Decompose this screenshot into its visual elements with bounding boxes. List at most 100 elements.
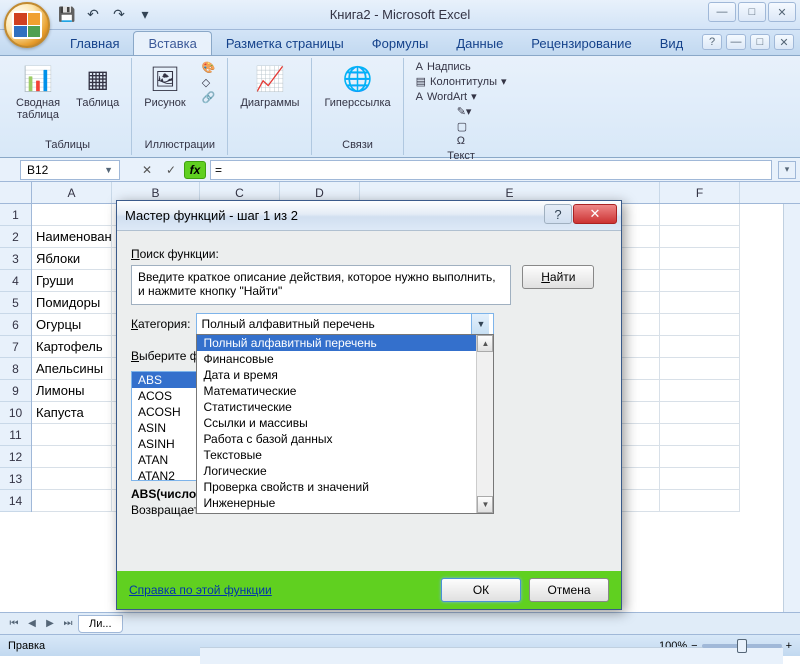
cell-A14[interactable] [32, 490, 112, 512]
row-header-3[interactable]: 3 [0, 248, 31, 270]
row-header-1[interactable]: 1 [0, 204, 31, 226]
cancel-button[interactable]: Отмена [529, 578, 609, 602]
clipart-button[interactable]: 🎨 [196, 60, 222, 75]
cell-A9[interactable]: Лимоны [32, 380, 112, 402]
smartart-button[interactable]: 🔗 [196, 90, 222, 105]
zoom-slider[interactable] [702, 644, 782, 648]
row-header-10[interactable]: 10 [0, 402, 31, 424]
cell-A13[interactable] [32, 468, 112, 490]
formula-cancel-button[interactable]: ✕ [136, 161, 158, 179]
cell-A8[interactable]: Апельсины [32, 358, 112, 380]
cell-F4[interactable] [660, 270, 740, 292]
cell-F14[interactable] [660, 490, 740, 512]
cell-F9[interactable] [660, 380, 740, 402]
workbook-close-button[interactable]: ✕ [774, 34, 794, 50]
category-option[interactable]: Дата и время [197, 367, 493, 383]
function-help-link[interactable]: Справка по этой функции [129, 583, 272, 597]
workbook-minimize-button[interactable]: — [726, 34, 746, 50]
cell-A7[interactable]: Картофель [32, 336, 112, 358]
select-all-corner[interactable] [0, 182, 32, 204]
category-option[interactable]: Ссылки и массивы [197, 415, 493, 431]
column-header-A[interactable]: A [32, 182, 112, 203]
vertical-scrollbar[interactable] [783, 204, 800, 612]
category-option[interactable]: Работа с базой данных [197, 431, 493, 447]
category-option[interactable]: Аналитические [197, 511, 493, 514]
tab-data[interactable]: Данные [442, 32, 517, 55]
symbol-button[interactable]: Ω [451, 134, 471, 148]
row-header-7[interactable]: 7 [0, 336, 31, 358]
category-option[interactable]: Полный алфавитный перечень [197, 335, 493, 351]
redo-icon[interactable]: ↷ [108, 4, 130, 26]
workbook-restore-button[interactable]: □ [750, 34, 770, 50]
zoom-thumb[interactable] [737, 639, 747, 653]
name-box[interactable]: B12 ▼ [20, 160, 120, 180]
category-option[interactable]: Статистические [197, 399, 493, 415]
sheet-nav-first[interactable]: ⏮ [6, 616, 22, 632]
search-input[interactable]: Введите краткое описание действия, котор… [131, 265, 511, 305]
category-option[interactable]: Математические [197, 383, 493, 399]
cell-F12[interactable] [660, 446, 740, 468]
tab-view[interactable]: Вид [646, 32, 698, 55]
sheet-nav-next[interactable]: ▶ [42, 616, 58, 632]
ribbon-help-button[interactable]: ? [702, 34, 722, 50]
row-header-6[interactable]: 6 [0, 314, 31, 336]
cell-A6[interactable]: Огурцы [32, 314, 112, 336]
category-option[interactable]: Финансовые [197, 351, 493, 367]
row-header-2[interactable]: 2 [0, 226, 31, 248]
formula-enter-button[interactable]: ✓ [160, 161, 182, 179]
object-button[interactable]: ▢ [451, 119, 473, 134]
cell-F2[interactable] [660, 226, 740, 248]
category-option[interactable]: Инженерные [197, 495, 493, 511]
cell-F11[interactable] [660, 424, 740, 446]
scroll-down-icon[interactable]: ▼ [477, 496, 493, 513]
close-button[interactable]: ✕ [768, 2, 796, 22]
name-box-dropdown-icon[interactable]: ▼ [104, 165, 113, 175]
qat-dropdown-icon[interactable]: ▾ [134, 4, 156, 26]
scroll-up-icon[interactable]: ▲ [477, 335, 493, 352]
cell-F3[interactable] [660, 248, 740, 270]
tab-pagelayout[interactable]: Разметка страницы [212, 32, 358, 55]
row-header-13[interactable]: 13 [0, 468, 31, 490]
dialog-close-button[interactable]: ✕ [573, 204, 617, 224]
table-button[interactable]: ▦ Таблица [70, 60, 125, 112]
category-option[interactable]: Логические [197, 463, 493, 479]
dialog-help-button[interactable]: ? [544, 204, 572, 224]
sheet-nav-prev[interactable]: ◀ [24, 616, 40, 632]
row-header-5[interactable]: 5 [0, 292, 31, 314]
pivot-table-button[interactable]: 📊 Сводная таблица [10, 60, 66, 124]
cell-F8[interactable] [660, 358, 740, 380]
cell-A5[interactable]: Помидоры [32, 292, 112, 314]
row-header-11[interactable]: 11 [0, 424, 31, 446]
row-header-4[interactable]: 4 [0, 270, 31, 292]
cell-A11[interactable] [32, 424, 112, 446]
wordart-button[interactable]: A WordArt ▾ [410, 89, 483, 104]
sheet-tab[interactable]: Ли... [78, 615, 123, 633]
tab-review[interactable]: Рецензирование [517, 32, 645, 55]
cell-F13[interactable] [660, 468, 740, 490]
category-option[interactable]: Текстовые [197, 447, 493, 463]
cell-A4[interactable]: Груши [32, 270, 112, 292]
row-header-9[interactable]: 9 [0, 380, 31, 402]
tab-home[interactable]: Главная [56, 32, 133, 55]
maximize-button[interactable]: □ [738, 2, 766, 22]
insert-function-button[interactable]: fx [184, 161, 206, 179]
row-header-14[interactable]: 14 [0, 490, 31, 512]
row-header-12[interactable]: 12 [0, 446, 31, 468]
ok-button[interactable]: ОК [441, 578, 521, 602]
save-icon[interactable]: 💾 [56, 4, 78, 26]
cell-A2[interactable]: Наименование [32, 226, 112, 248]
charts-button[interactable]: 📈 Диаграммы [234, 60, 305, 112]
cell-F5[interactable] [660, 292, 740, 314]
undo-icon[interactable]: ↶ [82, 4, 104, 26]
category-option[interactable]: Проверка свойств и значений [197, 479, 493, 495]
hyperlink-button[interactable]: 🌐 Гиперссылка [318, 60, 396, 112]
sheet-nav-last[interactable]: ⏭ [60, 616, 76, 632]
find-button[interactable]: Найти [522, 265, 594, 289]
minimize-button[interactable]: — [708, 2, 736, 22]
cell-F10[interactable] [660, 402, 740, 424]
textbox-button[interactable]: A Надпись [410, 60, 477, 74]
cell-F1[interactable] [660, 204, 740, 226]
column-header-F[interactable]: F [660, 182, 740, 203]
tab-formulas[interactable]: Формулы [358, 32, 443, 55]
cell-A3[interactable]: Яблоки [32, 248, 112, 270]
